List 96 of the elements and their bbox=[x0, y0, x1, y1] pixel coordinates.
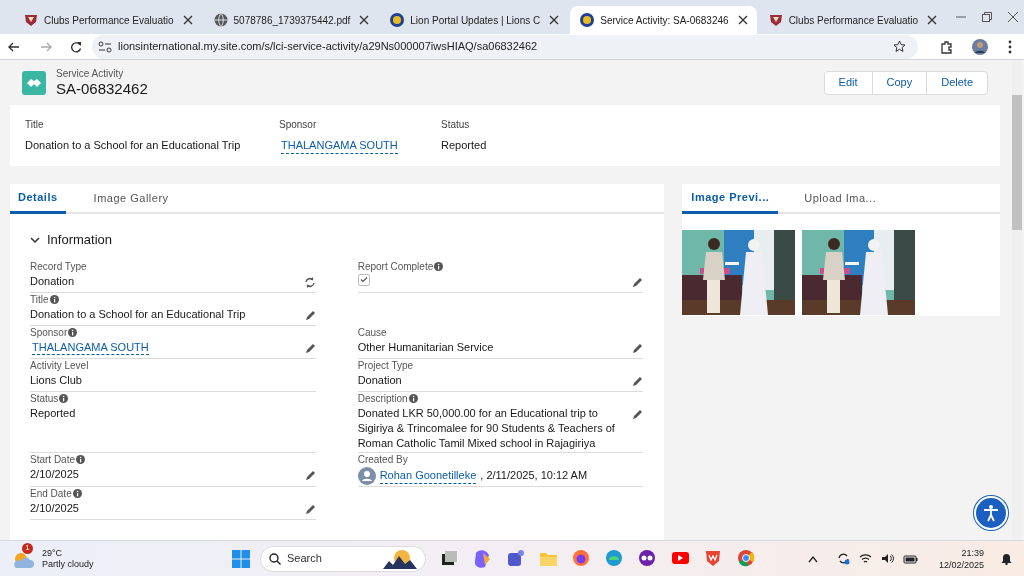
browser-tab[interactable]: 5078786_1739375442.pdf bbox=[203, 6, 379, 34]
field-label: Sponsor bbox=[30, 325, 68, 340]
field-value: Donation bbox=[357, 372, 403, 388]
accessibility-icon bbox=[982, 504, 1000, 522]
field-value: 2/10/2025 bbox=[30, 466, 80, 482]
field-label: Description bbox=[357, 391, 408, 406]
pencil-icon[interactable] bbox=[304, 503, 316, 515]
back-icon[interactable] bbox=[8, 40, 20, 53]
battery-icon[interactable] bbox=[902, 553, 918, 564]
landscape-icon bbox=[383, 548, 417, 569]
shield-icon[interactable] bbox=[704, 549, 723, 568]
crest-icon bbox=[23, 12, 39, 28]
clock-time: 21:39 bbox=[961, 546, 984, 559]
user-link[interactable]: Rohan Goonetilleke bbox=[379, 466, 477, 485]
field-label: Report Complete bbox=[357, 259, 434, 274]
clock-date: 12/02/2025 bbox=[938, 558, 984, 571]
section-header[interactable]: Information bbox=[30, 230, 113, 250]
bookmark-star-icon[interactable] bbox=[893, 40, 906, 53]
notification-badge: 1 bbox=[22, 542, 33, 554]
field-label: Created By bbox=[357, 452, 408, 467]
field-label: Sponsor bbox=[279, 117, 318, 132]
close-icon[interactable] bbox=[182, 15, 193, 25]
pencil-icon[interactable] bbox=[304, 469, 316, 481]
emblem-icon bbox=[389, 12, 406, 28]
field-label: Start Date bbox=[30, 452, 76, 467]
weather-icon bbox=[12, 550, 34, 569]
pencil-icon[interactable] bbox=[632, 342, 644, 354]
object-label: Service Activity bbox=[56, 67, 125, 80]
close-icon[interactable] bbox=[737, 15, 748, 25]
search-icon bbox=[269, 552, 281, 565]
close-icon[interactable] bbox=[1008, 12, 1019, 22]
field-value: Other Humanitarian Service bbox=[357, 339, 495, 355]
field-value: Lions Club bbox=[30, 372, 83, 388]
profile-avatar-icon[interactable] bbox=[972, 38, 988, 55]
bell-icon[interactable] bbox=[1001, 552, 1012, 565]
emblem-icon bbox=[579, 12, 596, 28]
sponsor-link[interactable]: THALANGAMA SOUTH bbox=[281, 136, 398, 155]
more-icon[interactable] bbox=[1008, 39, 1012, 54]
start-icon[interactable] bbox=[232, 549, 250, 568]
field-value: Donated LKR 50,000.00 for an Educational trip to Sigiriya & Trincomalee for 90 Students & Teachers of Roman Catholic Tamil Mixed school in Rajagiriya bbox=[357, 405, 616, 451]
image-tab[interactable]: Image Previ... bbox=[682, 184, 779, 214]
change-icon[interactable] bbox=[303, 276, 316, 288]
field-value: 2/10/2025 bbox=[30, 500, 80, 516]
field-value: Reported bbox=[441, 138, 488, 154]
temperature: 29°C bbox=[42, 547, 64, 559]
reload-icon[interactable] bbox=[70, 40, 82, 53]
field-label: Record Type bbox=[30, 259, 87, 274]
restore-icon[interactable] bbox=[982, 12, 993, 22]
pencil-icon[interactable] bbox=[632, 276, 644, 288]
field-label: Activity Level bbox=[30, 358, 89, 373]
field-label: Title bbox=[25, 118, 45, 133]
image-tab[interactable]: Upload Ima... bbox=[786, 184, 895, 212]
field-value: Donation bbox=[30, 273, 76, 289]
action-button[interactable]: Edit bbox=[824, 71, 872, 94]
wifi-icon[interactable] bbox=[858, 553, 872, 564]
pencil-icon[interactable] bbox=[632, 408, 644, 420]
weather-condition: Partly cloudy bbox=[42, 558, 94, 570]
field-label: Status bbox=[441, 118, 471, 133]
field-label: End Date bbox=[30, 486, 72, 501]
mask-icon[interactable] bbox=[638, 549, 657, 568]
extensions-icon[interactable] bbox=[940, 39, 954, 54]
action-button[interactable]: Delete bbox=[926, 71, 987, 94]
field-value: Reported bbox=[30, 405, 77, 421]
field-value: Donation to a School for an Educational Trip bbox=[30, 306, 247, 322]
pencil-icon[interactable] bbox=[632, 375, 644, 387]
close-icon[interactable] bbox=[927, 15, 938, 25]
sponsor-link[interactable]: THALANGAMA SOUTH bbox=[32, 339, 149, 355]
globe-icon bbox=[212, 12, 229, 28]
field-value: , 2/11/2025, 10:12 AM bbox=[480, 468, 588, 484]
action-button[interactable]: Copy bbox=[871, 71, 927, 94]
user-avatar-icon bbox=[357, 466, 376, 485]
close-icon[interactable] bbox=[359, 15, 370, 25]
detail-tab[interactable]: Image Gallery bbox=[75, 184, 187, 212]
task-view-icon[interactable] bbox=[440, 549, 459, 568]
pencil-icon[interactable] bbox=[304, 342, 316, 354]
search-field[interactable]: Search bbox=[260, 545, 426, 572]
chevron-up-icon[interactable] bbox=[807, 554, 818, 563]
crest-icon bbox=[767, 12, 784, 28]
chevron-icon[interactable] bbox=[30, 234, 40, 245]
accessibility-button[interactable] bbox=[974, 496, 1008, 530]
browser-tab[interactable]: Clubs Performance Evaluatio bbox=[758, 6, 947, 34]
browser-tab[interactable]: Clubs Performance Evaluatio bbox=[14, 6, 202, 34]
field-label: Project Type bbox=[357, 358, 414, 373]
field-label: Cause bbox=[357, 325, 387, 340]
record-name: SA-06832462 bbox=[56, 79, 148, 98]
detail-tab[interactable]: Details bbox=[10, 184, 66, 214]
sync-icon[interactable] bbox=[836, 552, 850, 565]
field-label: Title bbox=[30, 292, 49, 307]
field-label: Status bbox=[30, 391, 59, 406]
site-settings-icon[interactable] bbox=[98, 40, 112, 53]
field-value: Donation to a School for an Educational Trip bbox=[25, 138, 242, 154]
pencil-icon[interactable] bbox=[304, 309, 316, 321]
browser-tab[interactable]: Service Activity: SA-0683246 bbox=[570, 6, 757, 34]
browser-tab[interactable]: Lion Portal Updates | Lions C bbox=[380, 6, 569, 34]
speaker-icon[interactable] bbox=[880, 553, 894, 564]
close-icon[interactable] bbox=[549, 15, 560, 25]
